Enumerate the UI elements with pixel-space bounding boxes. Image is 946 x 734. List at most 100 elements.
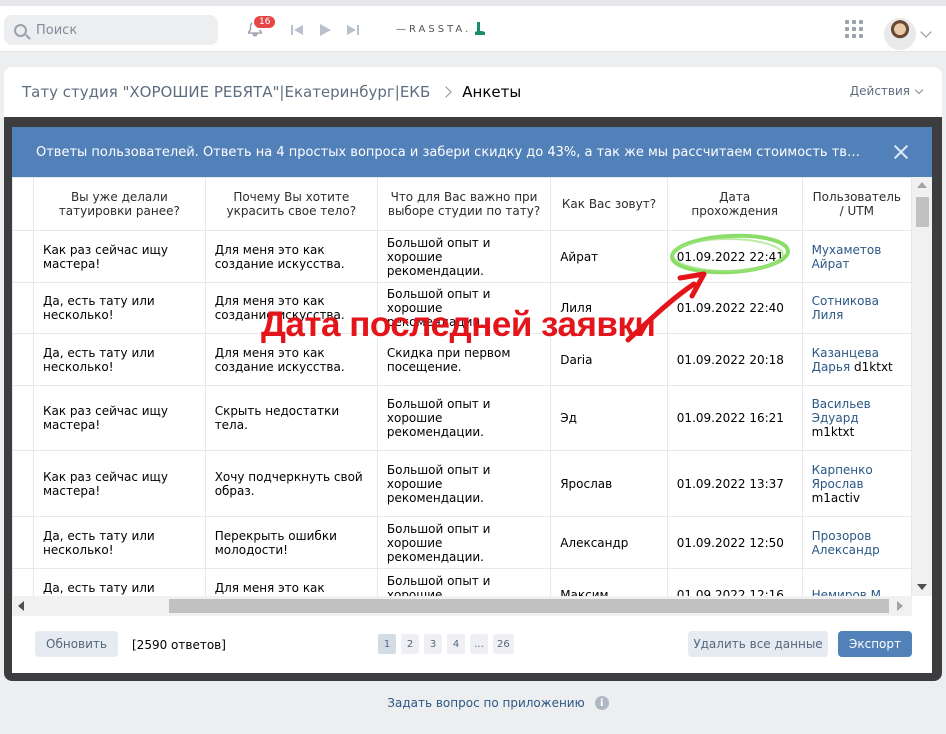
date-cell: 01.09.2022 12:16	[666, 568, 803, 596]
date-cell: 01.09.2022 12:50	[666, 516, 803, 569]
page-button[interactable]: 3	[424, 634, 442, 654]
notifications-badge: 16	[252, 14, 278, 30]
modal-backdrop: Ответы пользователей. Ответь на 4 просты…	[4, 117, 942, 681]
name-cell: Эд	[550, 385, 668, 451]
modal-header: Ответы пользователей. Ответь на 4 просты…	[12, 127, 932, 177]
scroll-down-icon[interactable]	[917, 584, 927, 590]
page-button[interactable]: 1	[378, 634, 396, 654]
table-row: Как раз сейчас ищу мастера! Хочу подчерк…	[12, 450, 912, 517]
date-cell: 01.09.2022 22:40	[666, 282, 803, 334]
column-header[interactable]: Что для Вас важно при выборе студии по т…	[376, 177, 552, 231]
utm-label: m1ktxt	[811, 425, 855, 439]
date-cell: 01.09.2022 13:37	[666, 450, 803, 517]
pagination: 1 2 3 4 ... 26	[378, 634, 514, 654]
user-link[interactable]: Карпенко Ярослав	[812, 463, 873, 491]
answer-cell: Большой опыт и хорошие рекомендации.	[376, 230, 552, 283]
search-input[interactable]	[36, 22, 206, 38]
export-button[interactable]: Экспорт	[838, 631, 912, 657]
info-icon: i	[594, 696, 609, 710]
audio-player-controls	[290, 23, 360, 37]
utm-label: m1activ	[811, 490, 860, 505]
user-cell: Мухаметов Айрат	[801, 230, 912, 283]
table-row: Да, есть тату или несколько! Перекрыть о…	[12, 516, 912, 569]
column-header[interactable]: Пользователь / UTM	[801, 177, 912, 231]
answer-cell: Да, есть тату или несколько!	[33, 282, 206, 334]
date-cell: 01.09.2022 16:21	[666, 385, 803, 451]
answer-cell: Да, есть тату или несколько!	[33, 333, 206, 386]
answer-cell: Большой опыт и хорошие рекомендации.	[376, 450, 552, 517]
help-label: Задать вопрос по приложению	[387, 696, 585, 710]
refresh-button[interactable]: Обновить	[35, 631, 118, 657]
help-link[interactable]: Задать вопрос по приложению i	[0, 696, 946, 710]
annotation-text: Дата последней заявки	[261, 305, 656, 344]
name-cell: Айрат	[550, 230, 668, 283]
answers-table-wrap: Вы уже делали татуировки ранее? Почему В…	[12, 177, 912, 596]
answer-cell: Большой опыт и хорошие рекомендации.	[376, 568, 552, 596]
name-cell: Ярослав	[550, 450, 668, 517]
next-track-icon[interactable]	[346, 23, 360, 37]
search-icon	[14, 23, 27, 37]
table-row: Да, есть тату или несколько! Для меня эт…	[12, 568, 912, 597]
previous-track-icon[interactable]	[290, 23, 304, 37]
actions-label: Действия	[849, 84, 910, 98]
breadcrumb: Тату студия "ХОРОШИЕ РЕБЯТА"|Екатеринбур…	[22, 83, 521, 101]
delete-all-button[interactable]: Удалить все данные	[688, 631, 828, 657]
user-cell: Сотникова Лиля	[801, 282, 912, 334]
answer-cell: Как раз сейчас ищу мастера!	[33, 230, 206, 283]
utm-label: d1ktxt	[854, 359, 893, 374]
avatar[interactable]	[884, 18, 916, 50]
date-cell: 01.09.2022 20:18	[666, 333, 803, 386]
scroll-up-icon[interactable]	[917, 182, 927, 188]
chevron-right-icon	[440, 86, 452, 98]
user-link[interactable]: Мухаметов Айрат	[812, 243, 882, 271]
answers-modal: Ответы пользователей. Ответь на 4 просты…	[12, 127, 932, 673]
vertical-scrollbar[interactable]	[912, 177, 932, 596]
column-header[interactable]: Вы уже делали татуировки ранее?	[33, 177, 206, 231]
column-header[interactable]: Как Вас зовут?	[550, 177, 668, 231]
scroll-thumb[interactable]	[169, 599, 889, 613]
user-cell: Казанцева Дарья d1ktxt	[801, 333, 912, 386]
answer-cell: Для меня это как создание искусства.	[204, 230, 378, 283]
page-ellipsis[interactable]: ...	[470, 634, 488, 654]
table-row: Как раз сейчас ищу мастера! Для меня это…	[12, 230, 912, 283]
play-icon[interactable]	[318, 23, 332, 37]
breadcrumb-current: Анкеты	[462, 83, 522, 101]
brand-logo-icon	[475, 22, 485, 35]
breadcrumb-community[interactable]: Тату студия "ХОРОШИЕ РЕБЯТА"|Екатеринбур…	[22, 83, 430, 101]
answer-cell: Да, есть тату или несколько!	[33, 568, 206, 596]
apps-grid-icon[interactable]	[845, 20, 863, 38]
close-icon[interactable]	[894, 145, 908, 159]
user-cell: Васильев Эдуард m1ktxt	[801, 385, 912, 451]
table-row: Как раз сейчас ищу мастера! Скрыть недос…	[12, 385, 912, 451]
answer-cell: Перекрыть ошибки молодости!	[204, 516, 378, 569]
user-cell: Немиров М...	[801, 568, 912, 597]
column-header[interactable]: Почему Вы хотите украсить свое тело?	[204, 177, 378, 231]
page-button[interactable]: 4	[447, 634, 465, 654]
page-button[interactable]: 26	[493, 634, 514, 654]
answers-count: [2590 ответов]	[132, 638, 226, 652]
user-link[interactable]: Прозоров Александр	[812, 529, 880, 557]
chevron-down-icon[interactable]	[920, 26, 932, 38]
answer-cell: Хочу подчеркнуть свой образ.	[204, 450, 378, 517]
column-header-edge	[12, 177, 34, 231]
user-link[interactable]: Васильев Эдуард	[812, 397, 871, 425]
user-link[interactable]: Сотникова Лиля	[812, 294, 879, 322]
user-link[interactable]: Немиров М...	[812, 588, 893, 597]
answer-cell: Как раз сейчас ищу мастера!	[33, 385, 206, 451]
scroll-left-icon[interactable]	[18, 601, 24, 611]
modal-title: Ответы пользователей. Ответь на 4 просты…	[36, 144, 866, 160]
date-cell: 01.09.2022 22:41	[666, 230, 803, 283]
name-cell: Александр	[550, 516, 668, 569]
column-header[interactable]: Дата прохождения	[666, 177, 803, 231]
search-box[interactable]	[4, 15, 218, 45]
name-cell: Максим	[550, 568, 668, 596]
page-button[interactable]: 2	[401, 634, 419, 654]
scroll-thumb[interactable]	[916, 197, 929, 227]
answer-cell: Скрыть недостатки тела.	[204, 385, 378, 451]
actions-menu[interactable]: Действия	[849, 84, 924, 98]
chevron-down-icon	[914, 85, 924, 94]
answer-cell: Большой опыт и хорошие рекомендации.	[376, 385, 552, 451]
horizontal-scrollbar[interactable]	[12, 596, 912, 616]
modal-footer: Обновить [2590 ответов] 1 2 3 4 ... 26 У…	[12, 616, 932, 673]
scroll-right-icon[interactable]	[897, 601, 903, 611]
